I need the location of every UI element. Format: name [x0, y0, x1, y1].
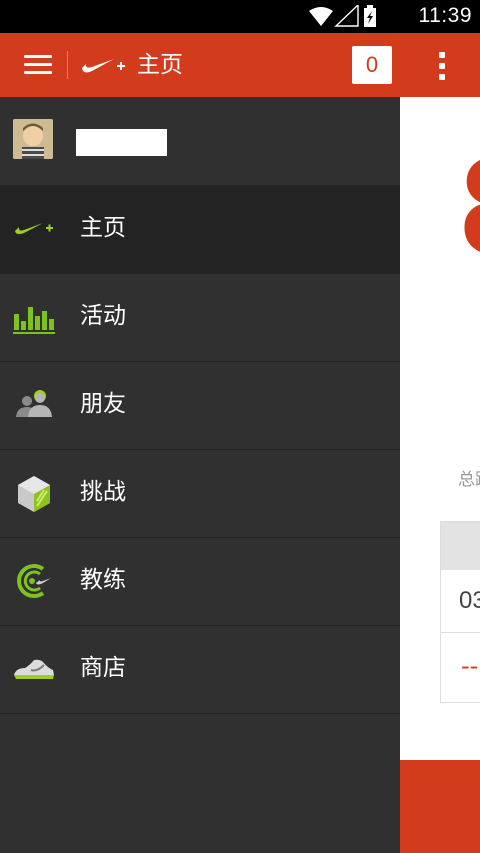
bottom-button-bar[interactable] [400, 760, 480, 853]
nav-label: 朋友 [80, 391, 126, 417]
nav-label: 商店 [80, 655, 126, 681]
nav-item-friends[interactable]: 朋友 [0, 361, 400, 450]
signal-icon [334, 5, 359, 27]
avatar[interactable] [13, 119, 53, 159]
nav-item-home[interactable]: 主页 [0, 185, 400, 274]
nav-label: 挑战 [80, 479, 126, 505]
page-title: 主页 [137, 52, 183, 78]
navigation-drawer: 主页 活动 朋友 挑战 教练 商店 [0, 97, 400, 853]
profile-header[interactable] [0, 97, 400, 186]
nav-item-challenges[interactable]: 挑战 [0, 449, 400, 538]
action-bar: 主页 0 [0, 33, 480, 97]
challenge-cube-icon [18, 476, 50, 512]
clock: 11:39 [418, 4, 472, 27]
stats-row: -- [461, 652, 479, 680]
notification-count-button[interactable]: 0 [352, 46, 392, 84]
avatar-image-icon [13, 119, 53, 159]
stats-row: 03 [441, 570, 480, 633]
overflow-menu-icon[interactable] [439, 52, 447, 80]
nav-item-store[interactable]: 商店 [0, 625, 400, 714]
nike-plus-icon [15, 223, 53, 235]
total-distance-label: 总距离 [458, 470, 480, 490]
main-content: 8 总距离 03 -- [400, 97, 480, 853]
battery-icon [364, 5, 376, 27]
nav-label: 教练 [80, 567, 126, 593]
shoe-icon [14, 659, 54, 679]
status-bar: 11:39 [0, 0, 480, 33]
main-big-number: 8 [460, 131, 480, 281]
nav-item-coach[interactable]: 教练 [0, 537, 400, 626]
wifi-icon [309, 7, 333, 26]
stats-table: 03 -- [440, 521, 480, 703]
action-bar-divider [67, 51, 68, 79]
hamburger-menu-icon[interactable] [24, 55, 52, 75]
stats-table-header [441, 522, 480, 570]
friends-icon [16, 390, 52, 417]
status-icons [309, 5, 376, 27]
nav-item-activity[interactable]: 活动 [0, 273, 400, 362]
coach-icon [17, 564, 51, 598]
username-field [76, 129, 167, 156]
nav-label: 活动 [80, 303, 126, 329]
activity-bars-icon [13, 307, 55, 334]
nav-label: 主页 [80, 215, 126, 241]
nike-plus-logo-icon [82, 59, 125, 73]
